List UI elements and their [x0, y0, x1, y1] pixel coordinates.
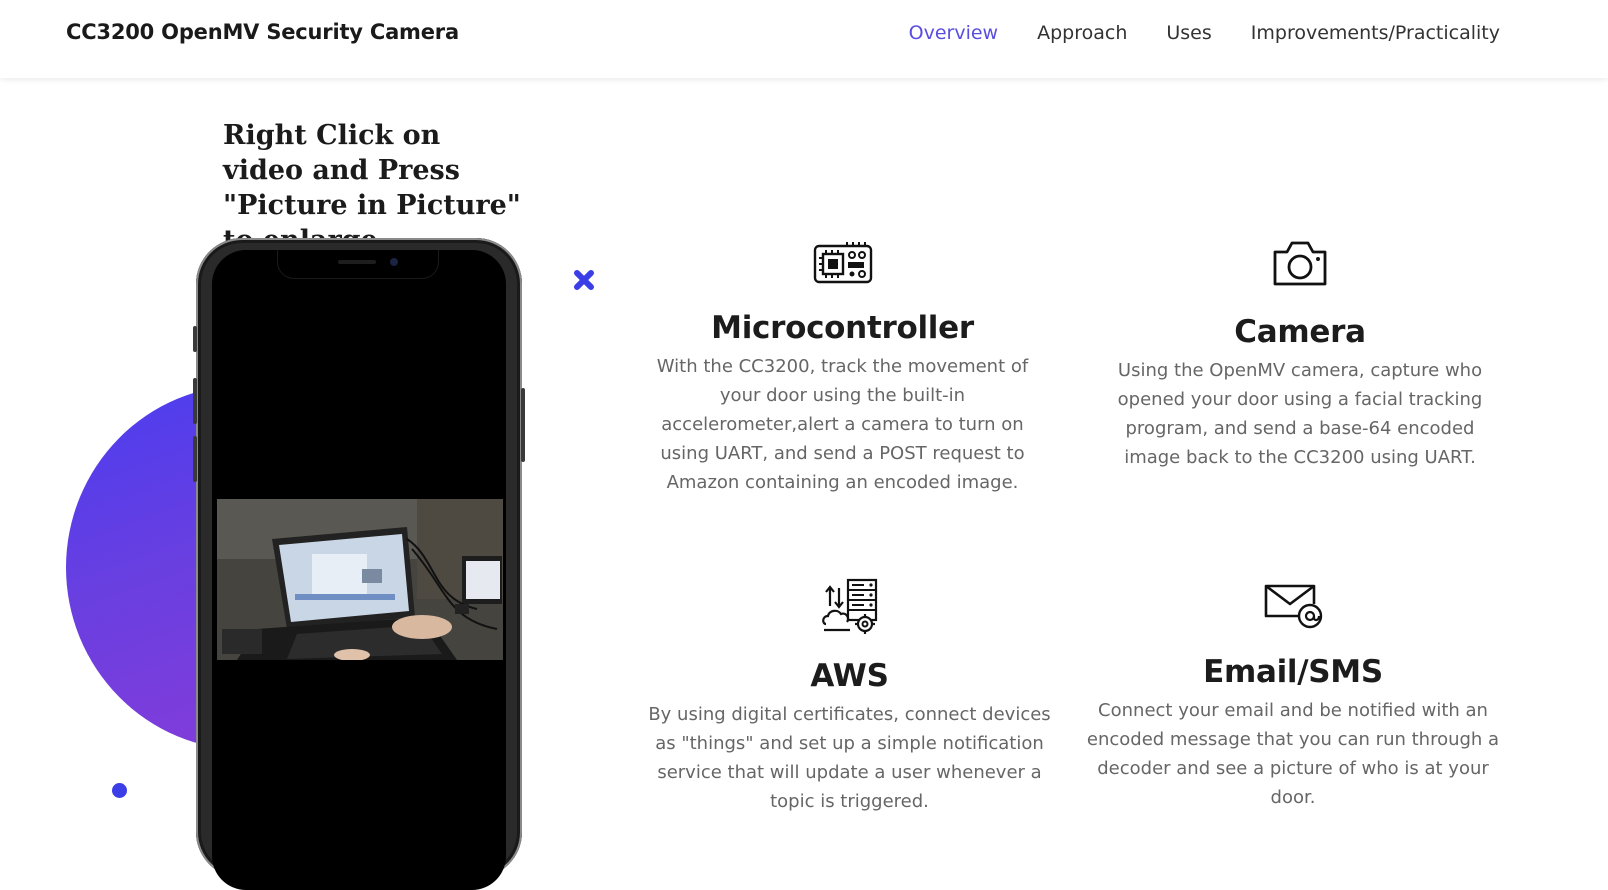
phone-mute-switch	[193, 326, 197, 352]
feature-description: Using the OpenMV camera, capture who ope…	[1117, 360, 1483, 468]
cloud-server-icon	[821, 578, 877, 634]
demo-video[interactable]	[217, 499, 503, 660]
feature-title: Camera	[1234, 314, 1366, 350]
nav-link-uses[interactable]: Uses	[1166, 22, 1211, 44]
phone-power-button	[521, 388, 525, 462]
feature-description: With the CC3200, track the movement of y…	[656, 356, 1029, 493]
decorative-dot	[112, 783, 127, 798]
feature-camera: Camera Using the OpenMV camera, capture …	[1098, 238, 1502, 472]
nav-link-overview[interactable]: Overview	[909, 22, 998, 44]
phone-mockup	[193, 238, 525, 890]
phone-screen	[212, 250, 506, 890]
nav-link-approach[interactable]: Approach	[1037, 22, 1127, 44]
feature-description: Connect your email and be notified with …	[1086, 700, 1500, 808]
phone-speaker	[338, 260, 376, 264]
feature-email-sms: Email/SMS Connect your email and be noti…	[1082, 582, 1504, 812]
page-scrollbar[interactable]	[1568, 0, 1608, 858]
video-frame-thumbnail	[217, 499, 503, 660]
top-navbar: CC3200 OpenMV Security Camera Overview A…	[0, 0, 1608, 78]
camera-icon	[1273, 241, 1327, 286]
email-icon	[1264, 584, 1323, 629]
main-nav: Overview Approach Uses Improvements/Prac…	[909, 22, 1500, 44]
site-title[interactable]: CC3200 OpenMV Security Camera	[66, 20, 459, 44]
feature-microcontroller: Microcontroller With the CC3200, track t…	[640, 240, 1045, 497]
phone-notch	[278, 250, 438, 278]
video-instruction-heading: Right Click on video and Press "Picture …	[223, 120, 521, 256]
feature-description: By using digital certificates, connect d…	[648, 704, 1051, 812]
phone-front-camera	[390, 258, 398, 266]
phone-volume-up	[193, 378, 197, 424]
decorative-cross-icon	[574, 270, 594, 290]
phone-volume-down	[193, 436, 197, 482]
feature-title: Microcontroller	[711, 310, 974, 346]
nav-link-improvements[interactable]: Improvements/Practicality	[1251, 22, 1500, 44]
feature-aws: AWS By using digital certificates, conne…	[642, 578, 1057, 816]
feature-title: AWS	[810, 658, 889, 694]
circuit-board-icon	[813, 242, 872, 284]
feature-title: Email/SMS	[1203, 654, 1383, 690]
